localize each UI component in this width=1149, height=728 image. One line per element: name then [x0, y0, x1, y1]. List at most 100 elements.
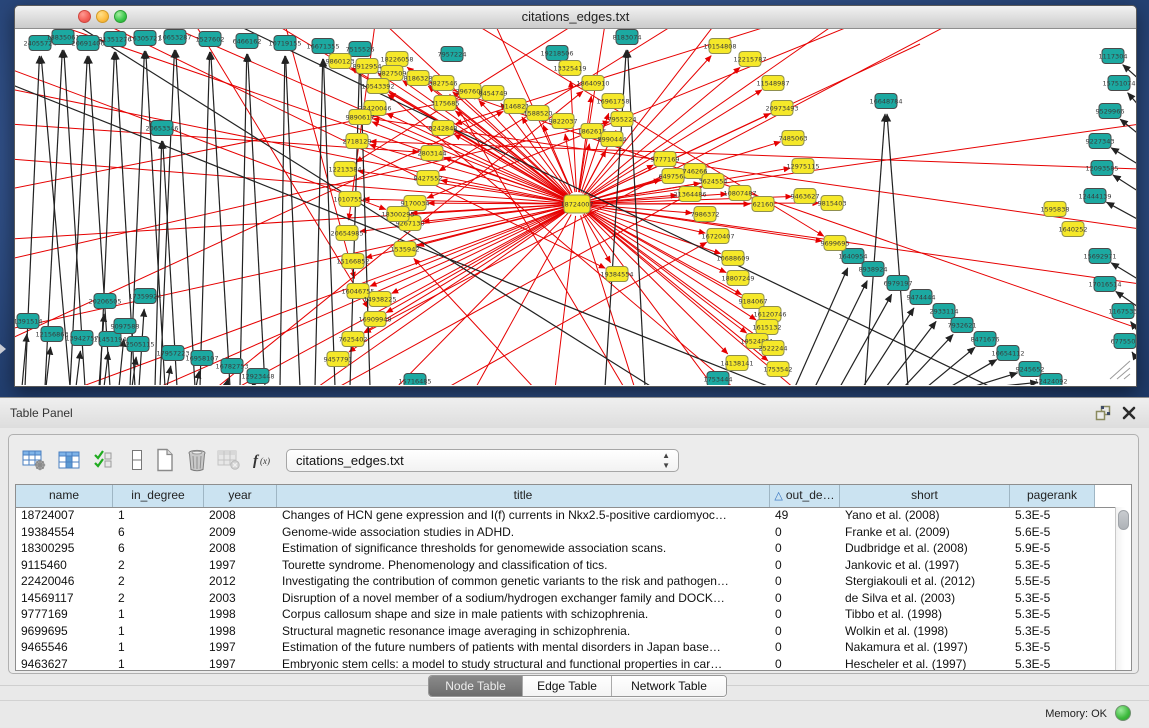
table-cell[interactable]: 5.3E-5 — [1010, 656, 1095, 671]
network-node[interactable]: 8990444 — [598, 132, 627, 147]
network-node[interactable]: 10154808 — [703, 39, 736, 54]
network-node[interactable]: 13325419 — [553, 61, 586, 76]
table-row[interactable]: 1456911722003Disruption of a novel membe… — [16, 590, 1115, 607]
network-node[interactable]: 3624554 — [699, 174, 728, 189]
network-node[interactable]: 12156863 — [35, 327, 68, 342]
table-cell[interactable]: 2008 — [204, 507, 277, 524]
network-node[interactable]: 9699695 — [821, 236, 850, 251]
table-cell[interactable]: Estimation of significance thresholds fo… — [277, 540, 770, 557]
network-node[interactable]: 7485063 — [779, 131, 808, 146]
table-cell[interactable]: 6 — [113, 540, 204, 557]
tab-edge-table[interactable]: Edge Table — [523, 676, 612, 696]
network-node[interactable]: 9097588 — [111, 319, 140, 334]
table-cell[interactable]: Franke et al. (2009) — [840, 524, 1010, 541]
column-header-year[interactable]: year — [204, 485, 277, 507]
table-cell[interactable]: Stergiakouli et al. (2012) — [840, 573, 1010, 590]
table-row[interactable]: 911546021997Tourette syndrome. Phenomeno… — [16, 557, 1115, 574]
network-node[interactable]: 2718129 — [343, 134, 372, 149]
float-panel-icon[interactable] — [1095, 405, 1111, 421]
network-node[interactable]: 3175685 — [431, 96, 460, 111]
table-cell[interactable]: 18300295 — [16, 540, 113, 557]
table-cell[interactable]: 1 — [113, 639, 204, 656]
table-cell[interactable]: 9115460 — [16, 557, 113, 574]
column-header-pagerank[interactable]: pagerank — [1010, 485, 1095, 507]
table-cell[interactable]: 1 — [113, 656, 204, 671]
table-cell[interactable]: 0 — [770, 623, 840, 640]
table-cell[interactable]: 5.3E-5 — [1010, 590, 1095, 607]
network-node[interactable]: 7955224 — [608, 112, 637, 127]
network-node[interactable]: 9822037 — [549, 114, 578, 129]
table-cell[interactable]: 5.3E-5 — [1010, 606, 1095, 623]
close-panel-icon[interactable] — [1121, 405, 1137, 421]
table-row[interactable]: 1830029562008Estimation of significance … — [16, 540, 1115, 557]
table-cell[interactable]: 0 — [770, 606, 840, 623]
network-node[interactable]: 9463627 — [791, 189, 820, 204]
table-cell[interactable]: 14569117 — [16, 590, 113, 607]
network-node[interactable]: 2522244 — [759, 341, 788, 356]
network-node[interactable]: 12444139 — [1078, 189, 1111, 204]
table-cell[interactable]: Corpus callosum shape and size in male p… — [277, 606, 770, 623]
table-cell[interactable]: 0 — [770, 557, 840, 574]
table-row[interactable]: 946554611997Estimation of the future num… — [16, 639, 1115, 656]
network-node[interactable]: 15751074 — [1102, 76, 1135, 91]
new-document-icon[interactable] — [152, 447, 178, 473]
table-row[interactable]: 969969511998Structural magnetic resonanc… — [16, 623, 1115, 640]
table-cell[interactable]: 2 — [113, 590, 204, 607]
network-node[interactable]: 6466162 — [233, 34, 262, 49]
table-cell[interactable]: 5.3E-5 — [1010, 639, 1095, 656]
table-cell[interactable]: 9777169 — [16, 606, 113, 623]
table-cell[interactable]: Changes of HCN gene expression and I(f) … — [277, 507, 770, 524]
table-row[interactable]: 1872400712008Changes of HCN gene express… — [16, 507, 1115, 524]
network-node[interactable]: 9245652 — [1016, 362, 1045, 377]
table-cell[interactable]: Estimation of the future numbers of pati… — [277, 639, 770, 656]
table-cell[interactable]: 1 — [113, 623, 204, 640]
network-node[interactable]: 14138141 — [720, 356, 753, 371]
table-cell[interactable]: 5.9E-5 — [1010, 540, 1095, 557]
table-cell[interactable]: 19384554 — [16, 524, 113, 541]
table-mode-icon[interactable] — [21, 447, 47, 473]
table-cell[interactable]: Yano et al. (2008) — [840, 507, 1010, 524]
network-node[interactable]: 16909948 — [358, 312, 391, 327]
network-canvas[interactable]: 2405572418835061206914062135127616305721… — [15, 29, 1136, 385]
table-cell[interactable]: 0 — [770, 524, 840, 541]
network-node[interactable]: 8183074 — [613, 30, 642, 45]
table-cell[interactable]: 1997 — [204, 639, 277, 656]
function-builder-icon[interactable]: f (x) — [251, 447, 277, 473]
table-cell[interactable]: 9465546 — [16, 639, 113, 656]
network-node[interactable]: 9529966 — [1096, 104, 1125, 119]
table-cell[interactable]: 1 — [113, 606, 204, 623]
table-row[interactable]: 1938455462009Genome-wide association stu… — [16, 524, 1115, 541]
network-window-titlebar[interactable]: citations_edges.txt — [15, 6, 1136, 29]
network-node[interactable]: 1640252 — [1059, 222, 1088, 237]
table-selector[interactable]: citations_edges.txt ▲▼ — [286, 449, 679, 472]
network-node[interactable]: 7932621 — [948, 318, 977, 333]
table-cell[interactable]: Dudbridge et al. (2008) — [840, 540, 1010, 557]
table-cell[interactable]: 2 — [113, 557, 204, 574]
network-node[interactable]: 9860123 — [326, 54, 355, 69]
table-cell[interactable]: 2012 — [204, 573, 277, 590]
network-node[interactable]: 17016514 — [1088, 277, 1121, 292]
table-cell[interactable]: Embryonic stem cells: a model to study s… — [277, 656, 770, 671]
network-node[interactable]: 6979197 — [884, 276, 913, 291]
scrollbar-thumb[interactable] — [1118, 510, 1129, 530]
table-cell[interactable]: 5.3E-5 — [1010, 557, 1095, 574]
table-cell[interactable]: de Silva et al. (2003) — [840, 590, 1010, 607]
table-cell[interactable]: 1997 — [204, 656, 277, 671]
memory-status-indicator[interactable] — [1115, 705, 1131, 721]
table-cell[interactable]: Nakamura et al. (1997) — [840, 639, 1010, 656]
table-cell[interactable]: Tourette syndrome. Phenomenology and cla… — [277, 557, 770, 574]
table-cell[interactable]: 22420046 — [16, 573, 113, 590]
network-node[interactable]: 9815403 — [818, 196, 847, 211]
table-cell[interactable]: 1998 — [204, 606, 277, 623]
table-cell[interactable]: 5.3E-5 — [1010, 507, 1095, 524]
network-node[interactable]: 19218506 — [540, 46, 573, 61]
network-node[interactable]: 9474444 — [907, 290, 936, 305]
table-cell[interactable]: 1997 — [204, 557, 277, 574]
panel-collapse-arrow[interactable] — [0, 344, 6, 354]
network-node[interactable]: 7625402 — [339, 332, 368, 347]
table-cell[interactable]: 5.3E-5 — [1010, 623, 1095, 640]
network-node[interactable]: 1753444 — [704, 372, 733, 386]
network-node[interactable]: 16671355 — [306, 39, 339, 54]
network-node[interactable]: 12215787 — [733, 52, 766, 67]
column-header-out-de-[interactable]: △out_de… — [770, 485, 840, 507]
